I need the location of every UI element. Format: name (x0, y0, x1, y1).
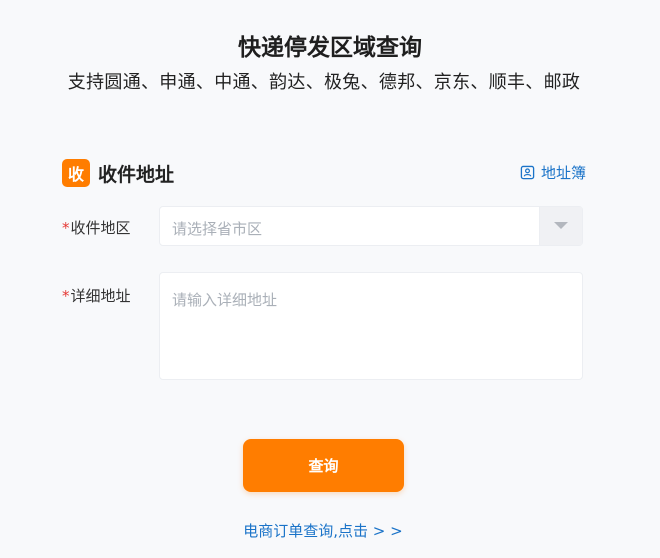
region-select[interactable]: 请选择省市区 (159, 206, 583, 246)
query-button[interactable]: 查询 (243, 439, 404, 492)
ecommerce-order-query-link[interactable]: 电商订单查询,点击 > > (0, 520, 646, 541)
address-book-link[interactable]: 地址簿 (520, 160, 586, 184)
region-placeholder: 请选择省市区 (172, 220, 263, 238)
page-title: 快递停发区域查询 (238, 35, 422, 61)
section-header: 收 收件地址 (62, 158, 174, 188)
required-mark: * (62, 219, 70, 237)
required-mark: * (62, 287, 70, 305)
chevron-down-icon (554, 222, 568, 229)
detail-label-text: 详细地址 (70, 287, 131, 305)
detail-address-input[interactable]: 请输入详细地址 (159, 272, 583, 380)
supported-carriers: 支持圆通、申通、中通、韵达、极兔、德邦、京东、顺丰、邮政 (67, 72, 581, 93)
region-label: *收件地区 (62, 217, 131, 238)
section-title: 收件地址 (98, 163, 175, 186)
address-book-label: 地址簿 (540, 163, 586, 182)
region-dropdown-toggle[interactable] (539, 207, 582, 245)
detail-label: *详细地址 (62, 285, 131, 306)
detail-placeholder: 请输入详细地址 (172, 291, 278, 309)
contact-card-icon (520, 165, 535, 179)
section-badge: 收 (62, 159, 90, 187)
region-label-text: 收件地区 (70, 219, 131, 237)
